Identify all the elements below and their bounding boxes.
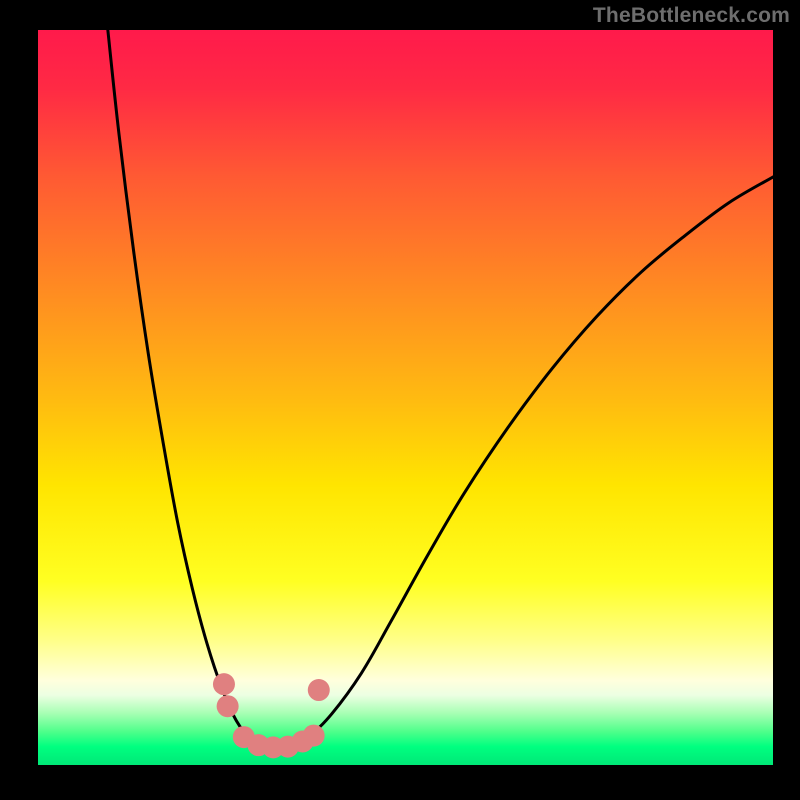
watermark-text: TheBottleneck.com bbox=[593, 4, 790, 28]
data-marker bbox=[213, 673, 235, 695]
data-marker bbox=[308, 679, 330, 701]
bottleneck-chart bbox=[0, 0, 800, 800]
data-marker bbox=[217, 695, 239, 717]
plot-background bbox=[38, 30, 773, 765]
data-marker bbox=[303, 725, 325, 747]
chart-frame: { "watermark": "TheBottleneck.com", "cha… bbox=[0, 0, 800, 800]
